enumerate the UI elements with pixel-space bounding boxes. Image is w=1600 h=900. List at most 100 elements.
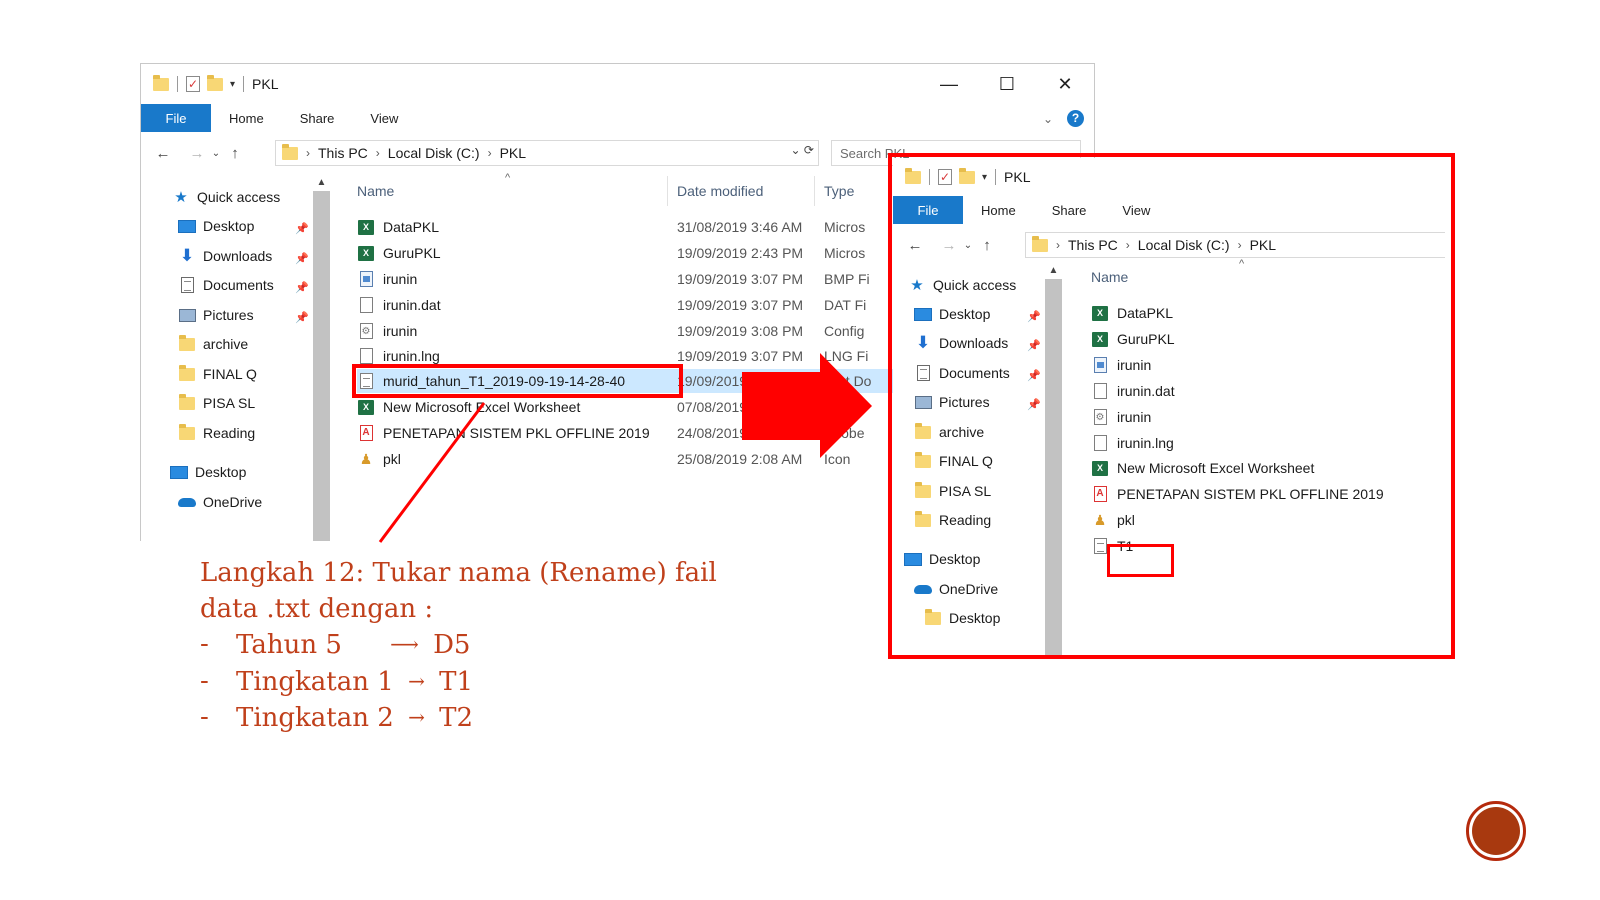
nav-item-onedrive-desktop[interactable]: Desktop: [923, 608, 1000, 626]
pin-icon[interactable]: 📌: [1027, 398, 1041, 411]
nav-item-archive[interactable]: archive: [177, 334, 248, 352]
pin-icon[interactable]: 📌: [295, 252, 309, 265]
breadcrumb-pkl[interactable]: PKL: [1250, 237, 1276, 253]
nav-item-final-q[interactable]: FINAL Q: [913, 451, 993, 469]
pin-icon[interactable]: 📌: [295, 222, 309, 235]
breadcrumb-this-pc[interactable]: This PC: [318, 145, 368, 161]
chevron-right-icon[interactable]: ›: [376, 146, 380, 160]
up-arrow-icon[interactable]: ↑: [975, 237, 999, 254]
back-arrow-icon[interactable]: ←: [151, 145, 175, 162]
breadcrumb-local-disk[interactable]: Local Disk (C:): [388, 145, 480, 161]
chevron-right-icon[interactable]: ›: [1126, 238, 1130, 252]
file-row[interactable]: A PENETAPAN SISTEM PKL OFFLINE 2019: [1091, 482, 1384, 506]
chevron-right-icon[interactable]: ›: [306, 146, 310, 160]
nav-item-archive[interactable]: archive: [913, 422, 984, 440]
column-divider[interactable]: [667, 176, 668, 206]
recent-locations-chevron-icon[interactable]: ⌄: [961, 240, 975, 251]
nav-item-onedrive[interactable]: OneDrive: [177, 494, 262, 510]
file-row[interactable]: irunin: [1091, 353, 1151, 377]
slide-navigation-button[interactable]: [1466, 801, 1526, 861]
quick-access-toolbar-dropdown-icon[interactable]: ▾: [230, 79, 235, 90]
column-header-name[interactable]: Name: [1091, 262, 1128, 292]
tab-file[interactable]: File: [893, 196, 963, 224]
file-row[interactable]: X New Microsoft Excel Worksheet: [1091, 456, 1314, 480]
tab-home[interactable]: Home: [963, 196, 1034, 224]
maximize-button[interactable]: ☐: [978, 64, 1036, 104]
file-row-renamed[interactable]: T1: [1091, 534, 1133, 558]
nav-item-documents[interactable]: Documents: [177, 277, 274, 293]
pin-icon[interactable]: 📌: [1027, 310, 1041, 323]
nav-item-onedrive[interactable]: OneDrive: [913, 581, 998, 597]
nav-item-reading[interactable]: Reading: [913, 510, 991, 528]
nav-item-pictures[interactable]: Pictures: [177, 307, 254, 323]
nav-item-desktop[interactable]: Desktop: [177, 218, 254, 234]
scroll-up-icon[interactable]: ▲: [1045, 262, 1062, 279]
file-row[interactable]: ♟ pkl: [1091, 508, 1135, 532]
chevron-right-icon[interactable]: ›: [488, 146, 492, 160]
up-arrow-icon[interactable]: ↑: [223, 145, 247, 162]
nav-item-reading[interactable]: Reading: [177, 423, 255, 441]
nav-label: OneDrive: [203, 494, 263, 510]
nav-item-downloads[interactable]: ⬇ Downloads: [177, 247, 272, 264]
address-bar[interactable]: › This PC › Local Disk (C:) › PKL: [1025, 232, 1445, 258]
help-icon[interactable]: ?: [1067, 110, 1084, 127]
tab-view[interactable]: View: [1104, 196, 1168, 224]
forward-arrow-icon[interactable]: →: [937, 237, 961, 254]
column-header-type[interactable]: Type: [824, 176, 854, 206]
back-arrow-icon[interactable]: ←: [903, 237, 927, 254]
address-dropdown-and-refresh-icon[interactable]: ⌄ ⟳: [791, 143, 814, 157]
new-folder-icon[interactable]: [959, 167, 975, 184]
quick-access-toolbar-dropdown-icon[interactable]: ▾: [982, 172, 987, 183]
pin-icon[interactable]: 📌: [295, 281, 309, 294]
close-button[interactable]: ✕: [1036, 64, 1094, 104]
pin-icon[interactable]: 📌: [1027, 339, 1041, 352]
file-row[interactable]: irunin.lng: [1091, 431, 1174, 455]
nav-scrollbar[interactable]: ▲: [1045, 262, 1062, 656]
column-header-date-modified[interactable]: Date modified: [677, 176, 763, 206]
file-row[interactable]: X GuruPKL: [1091, 327, 1175, 351]
file-row[interactable]: irunin.dat: [1091, 379, 1175, 403]
nav-item-desktop-root[interactable]: Desktop: [169, 464, 246, 480]
nav-item-pictures[interactable]: Pictures: [913, 394, 990, 410]
nav-item-final-q[interactable]: FINAL Q: [177, 364, 257, 382]
breadcrumb-this-pc[interactable]: This PC: [1068, 237, 1118, 253]
breadcrumb-pkl[interactable]: PKL: [500, 145, 526, 161]
new-folder-icon[interactable]: [207, 74, 223, 91]
tab-share[interactable]: Share: [1034, 196, 1105, 224]
properties-check-icon[interactable]: ✓: [938, 169, 952, 185]
nav-quick-access[interactable]: ★ Quick access: [171, 188, 280, 206]
chevron-right-icon[interactable]: ›: [1238, 238, 1242, 252]
nav-quick-access[interactable]: ★ Quick access: [907, 276, 1016, 294]
recent-locations-chevron-icon[interactable]: ⌄: [209, 148, 223, 159]
nav-item-desktop[interactable]: Desktop: [913, 306, 990, 322]
folder-icon: [153, 74, 169, 91]
file-row[interactable]: ⚙ irunin: [1091, 405, 1151, 429]
nav-item-pisa-sl[interactable]: PISA SL: [177, 393, 255, 411]
address-bar[interactable]: › This PC › Local Disk (C:) › PKL ⌄ ⟳: [275, 140, 819, 166]
column-header-name[interactable]: Name: [357, 176, 394, 206]
file-row[interactable]: X DataPKL: [1091, 301, 1173, 325]
nav-item-documents[interactable]: Documents: [913, 365, 1010, 381]
scroll-thumb[interactable]: [1045, 279, 1062, 656]
nav-item-pisa-sl[interactable]: PISA SL: [913, 481, 991, 499]
nav-item-desktop-root[interactable]: Desktop: [903, 551, 980, 567]
expand-ribbon-chevron-icon[interactable]: ⌄: [1043, 112, 1053, 126]
file-name: murid_tahun_T1_2019-09-19-14-28-40: [383, 373, 626, 389]
forward-arrow-icon[interactable]: →: [185, 145, 209, 162]
pin-icon[interactable]: 📌: [1027, 369, 1041, 382]
window-title: PKL: [252, 76, 279, 92]
scroll-thumb[interactable]: [313, 191, 330, 541]
chevron-right-icon[interactable]: ›: [1056, 238, 1060, 252]
minimize-button[interactable]: —: [920, 64, 978, 104]
scroll-up-icon[interactable]: ▲: [313, 174, 330, 191]
nav-item-downloads[interactable]: ⬇ Downloads: [913, 334, 1008, 351]
properties-check-icon[interactable]: ✓: [186, 76, 200, 92]
breadcrumb-local-disk[interactable]: Local Disk (C:): [1138, 237, 1230, 253]
column-divider[interactable]: [814, 176, 815, 206]
tab-view[interactable]: View: [352, 104, 416, 132]
pin-icon[interactable]: 📌: [295, 311, 309, 324]
tab-share[interactable]: Share: [282, 104, 353, 132]
tab-file[interactable]: File: [141, 104, 211, 132]
tab-home[interactable]: Home: [211, 104, 282, 132]
nav-scrollbar[interactable]: ▲: [313, 174, 330, 541]
